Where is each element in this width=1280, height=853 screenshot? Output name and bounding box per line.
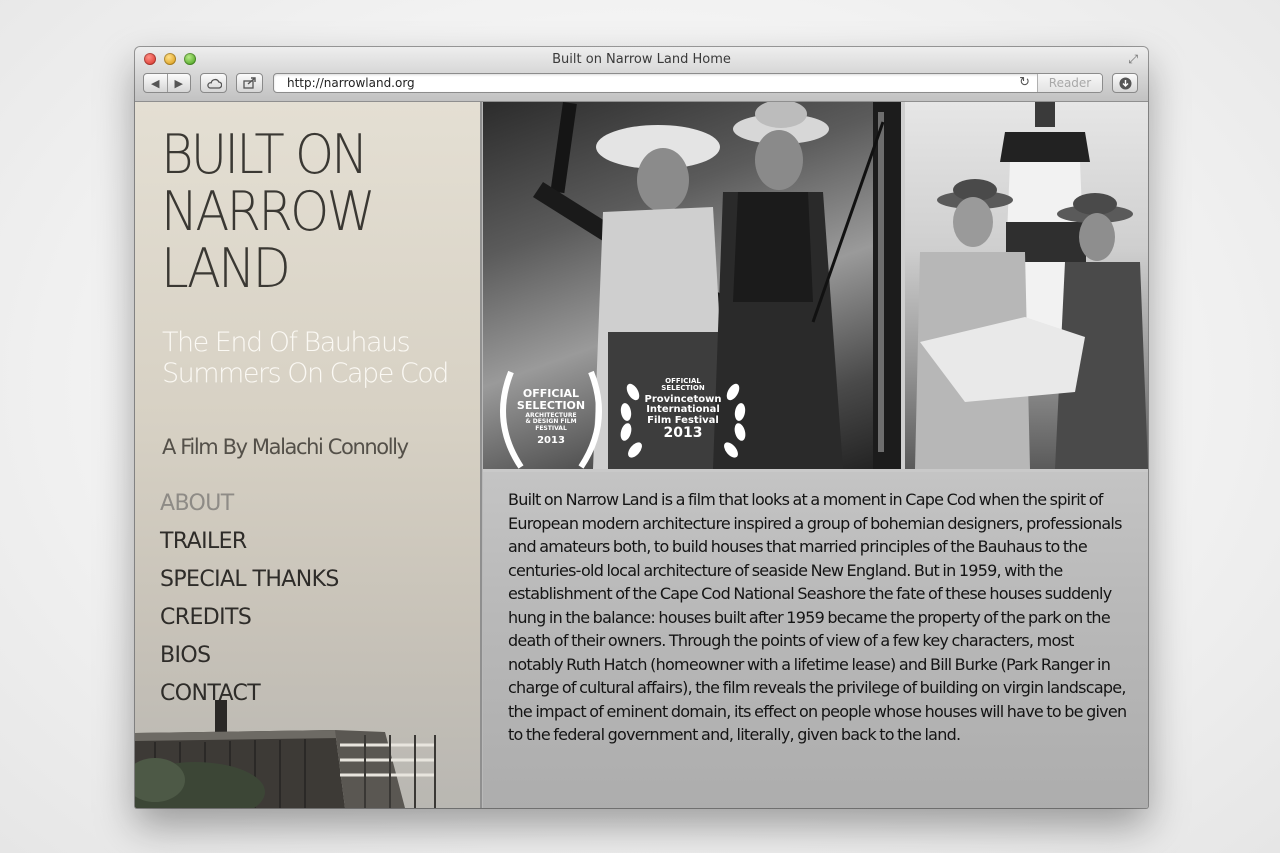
laurel-provincetown-festival: OFFICIAL SELECTION Provincetown Internat… xyxy=(633,377,733,442)
nav-item-bios[interactable]: BIOS xyxy=(160,637,339,675)
back-forward-buttons: ◀ ▶ xyxy=(143,73,191,93)
sidebar: BUILT ON NARROW LAND The End Of Bauhaus … xyxy=(135,102,482,808)
url-text[interactable]: http://narrowland.org xyxy=(287,76,415,90)
window-title: Built on Narrow Land Home xyxy=(552,52,731,67)
laurel-1-official: OFFICIAL xyxy=(522,387,580,400)
share-icon xyxy=(242,77,256,89)
nav-item-credits[interactable]: CREDITS xyxy=(160,599,339,637)
rangers-photo xyxy=(905,102,1148,469)
address-bar[interactable]: http://narrowland.org ↻ Reader xyxy=(273,73,1103,93)
laurel-1-year: 2013 xyxy=(537,434,565,446)
web-page: BUILT ON NARROW LAND The End Of Bauhaus … xyxy=(135,102,1148,808)
browser-window: Built on Narrow Land Home ⤢ ◀ ▶ http://n… xyxy=(135,47,1148,808)
reader-button[interactable]: Reader xyxy=(1037,74,1102,92)
film-still-photo: OFFICIAL SELECTION ARCHITECTURE & DESIGN… xyxy=(483,102,901,469)
icloud-tabs-button[interactable] xyxy=(200,73,227,93)
laurel-1-selection: SELECTION xyxy=(516,398,586,412)
laurel-2-official: OFFICIAL SELECTION xyxy=(661,377,705,393)
about-text: Built on Narrow Land is a film that look… xyxy=(508,490,1127,744)
film-byline: A Film By Malachi Connolly xyxy=(162,435,409,459)
about-section: Built on Narrow Land is a film that look… xyxy=(483,469,1148,808)
laurel-2-year: 2013 xyxy=(663,425,703,442)
laurel-architecture-festival: OFFICIAL SELECTION ARCHITECTURE & DESIGN… xyxy=(501,388,601,446)
reload-icon[interactable]: ↻ xyxy=(1019,75,1030,90)
site-title[interactable]: BUILT ON NARROW LAND xyxy=(161,126,437,297)
fullscreen-icon[interactable]: ⤢ xyxy=(1128,52,1138,67)
house-photo xyxy=(135,700,436,808)
laurel-1-festival: ARCHITECTURE & DESIGN FILM FESTIVAL xyxy=(525,412,577,432)
download-icon xyxy=(1119,77,1131,89)
share-button[interactable] xyxy=(236,73,263,93)
downloads-button[interactable] xyxy=(1112,73,1138,93)
icloud-icon xyxy=(206,78,222,89)
site-subtitle: The End Of Bauhaus Summers On Cape Cod xyxy=(162,327,449,389)
rangers-illustration xyxy=(915,102,1148,469)
forward-icon[interactable]: ▶ xyxy=(168,77,191,90)
laurel-2-festival: Provincetown International Film Festival xyxy=(644,393,722,426)
site-nav: ABOUT TRAILER SPECIAL THANKS CREDITS BIO… xyxy=(160,485,339,713)
nav-item-about[interactable]: ABOUT xyxy=(160,485,339,523)
browser-toolbar: Built on Narrow Land Home ⤢ ◀ ▶ http://n… xyxy=(135,47,1148,102)
back-icon[interactable]: ◀ xyxy=(144,77,167,90)
nav-item-trailer[interactable]: TRAILER xyxy=(160,523,339,561)
nav-item-special-thanks[interactable]: SPECIAL THANKS xyxy=(160,561,339,599)
